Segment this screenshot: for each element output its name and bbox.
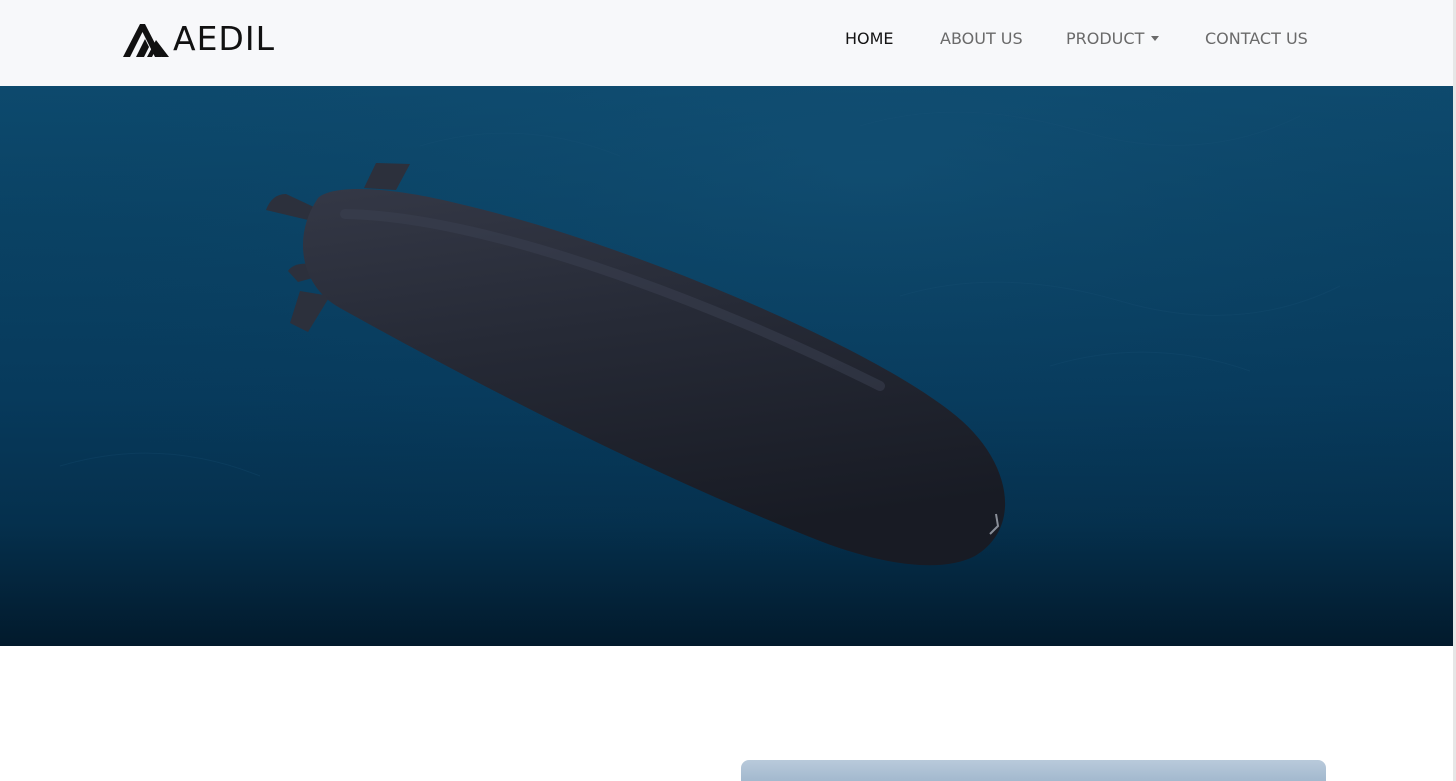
caret-down-icon [1151,36,1160,41]
nav-about-us[interactable]: ABOUT US [940,28,1023,50]
site-header: AEDIL HOME ABOUT US PRODUCT CONTACT US [0,0,1453,86]
content-image [741,760,1326,781]
page: AEDIL HOME ABOUT US PRODUCT CONTACT US [0,0,1456,781]
nav-contact-us[interactable]: CONTACT US [1205,28,1308,50]
underwater-drone-image [0,86,1453,646]
nav-product-label: PRODUCT [1066,29,1145,48]
nav-home[interactable]: HOME [845,28,894,50]
nav-product[interactable]: PRODUCT [1066,28,1160,50]
hero-banner [0,86,1453,646]
main-nav: HOME ABOUT US PRODUCT CONTACT US [0,28,1453,50]
